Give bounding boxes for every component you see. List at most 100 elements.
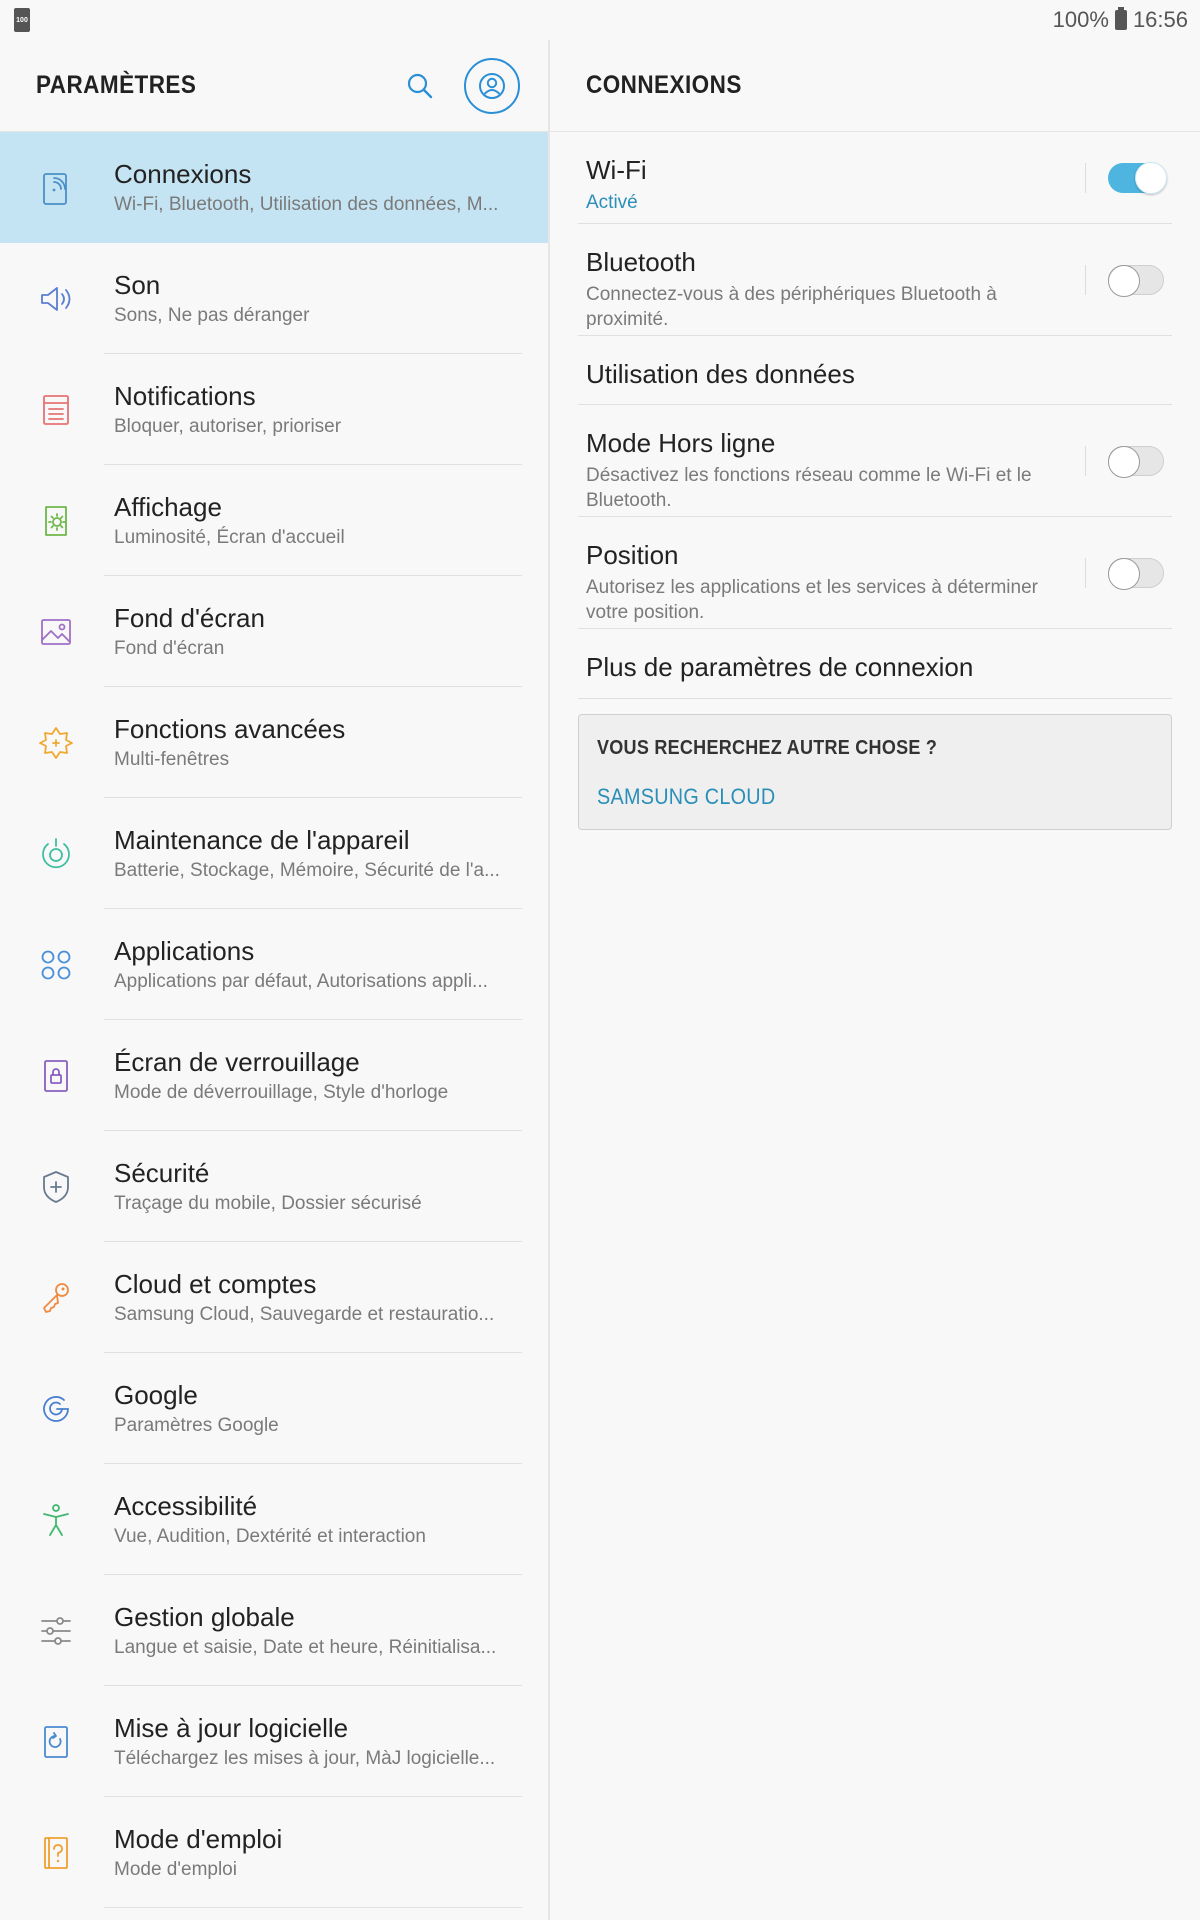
settings-item-subtitle: Samsung Cloud, Sauvegarde et restauratio… [114,1304,495,1325]
display-icon [36,501,76,541]
setting-plus-de-param-tres-de-connexion[interactable]: Plus de paramètres de connexion [578,629,1172,699]
speaker-icon [36,279,76,319]
settings-item-subtitle: Téléchargez les mises à jour, MàJ logici… [114,1748,496,1769]
settings-item-title: Connexions [114,159,252,189]
settings-header: PARAMÈTRES [0,40,548,132]
settings-item-subtitle: Multi-fenêtres [114,749,230,770]
search-button[interactable] [400,66,440,106]
settings-item-lock-screen[interactable]: Écran de verrouillage Mode de déverrouill… [0,1020,548,1131]
setting-subtitle: Activé [586,192,638,213]
settings-item-notifications[interactable]: Notifications Bloquer, autoriser, prioris… [0,354,548,465]
device-maintenance-icon [36,834,76,874]
user-manual-icon [36,1833,76,1873]
settings-item-title: Fond d'écran [114,603,265,633]
setting-position[interactable]: Position Autorisez les applications et le… [578,517,1172,629]
shield-icon [36,1167,76,1207]
settings-item-subtitle: Luminosité, Écran d'accueil [114,527,345,548]
toggle-knob [1108,557,1140,590]
software-update-icon [36,1722,76,1762]
settings-item-title: Maintenance de l'appareil [114,825,410,855]
setting-subtitle: Connectez-vous à des périphériques Bluet… [586,284,997,330]
divider [1085,162,1086,193]
settings-item-google[interactable]: Google Paramètres Google [0,1353,548,1464]
settings-item-title: Fonctions avancées [114,714,346,744]
advanced-features-icon [36,723,76,763]
settings-item-title: Notifications [114,381,256,411]
connections-icon [36,168,76,208]
setting-title: Utilisation des données [586,359,855,389]
toggle-switch[interactable] [1108,557,1164,590]
settings-item-title: Écran de verrouillage [114,1047,360,1077]
settings-item-title: Google [114,1380,198,1410]
setting-bluetooth[interactable]: Bluetooth Connectez-vous à des périphériq… [578,224,1172,336]
clock: 16:56 [1132,7,1188,32]
settings-item-subtitle: Traçage du mobile, Dossier sécurisé [114,1193,422,1214]
toggle-switch[interactable] [1108,264,1164,297]
settings-item-speaker[interactable]: Son Sons, Ne pas déranger [0,243,548,354]
connections-title: CONNEXIONS [586,71,742,99]
toggle-knob [1135,161,1167,194]
lock-screen-icon [36,1056,76,1096]
settings-item-wallpaper[interactable]: Fond d'écran Fond d'écran [0,576,548,687]
settings-item-subtitle: Langue et saisie, Date et heure, Réiniti… [114,1637,497,1658]
google-icon [36,1389,76,1429]
battery-percent: 100% [1052,7,1109,32]
account-icon [479,72,505,99]
settings-item-subtitle: Applications par défaut, Autorisations a… [114,971,488,992]
battery-icon [1114,7,1127,30]
settings-item-title: Affichage [114,492,222,522]
account-button[interactable] [464,57,520,114]
settings-menu: Connexions Wi-Fi, Bluetooth, Utilisation … [0,132,548,1908]
settings-item-title: Accessibilité [114,1491,258,1521]
toggle-switch[interactable] [1108,445,1164,478]
settings-item-subtitle: Paramètres Google [114,1415,279,1436]
divider [1085,264,1086,295]
settings-item-title: Mode d'emploi [114,1824,283,1854]
settings-item-device-maintenance[interactable]: Maintenance de l'appareil Batterie, Stock… [0,798,548,909]
settings-item-display[interactable]: Affichage Luminosité, Écran d'accueil [0,465,548,576]
applications-icon [36,945,76,985]
setting-subtitle: Désactivez les fonctions réseau comme le… [586,465,1032,511]
settings-item-title: Gestion globale [114,1602,295,1632]
toggle-switch[interactable] [1108,161,1167,194]
looking-for-card: VOUS RECHERCHEZ AUTRE CHOSE ? SAMSUNG CL… [578,714,1172,830]
toggle-knob [1108,264,1140,297]
setting-wi-fi[interactable]: Wi-Fi Activé [578,132,1172,224]
settings-item-subtitle: Vue, Audition, Dextérité et interaction [114,1526,426,1547]
setting-utilisation-des-donn-es[interactable]: Utilisation des données [578,336,1172,405]
settings-item-subtitle: Sons, Ne pas déranger [114,305,310,326]
settings-item-user-manual[interactable]: Mode d'emploi Mode d'emploi [0,1797,548,1908]
settings-item-connections[interactable]: Connexions Wi-Fi, Bluetooth, Utilisation … [0,132,548,243]
settings-item-subtitle: Mode d'emploi [114,1859,237,1880]
sliders-icon [36,1611,76,1651]
settings-item-advanced-features[interactable]: Fonctions avancées Multi-fenêtres [0,687,548,798]
settings-item-title: Cloud et comptes [114,1269,317,1299]
setting-subtitle: Autorisez les applications et les servic… [586,577,1038,623]
settings-item-subtitle: Wi-Fi, Bluetooth, Utilisation des donnée… [114,194,499,215]
settings-item-title: Sécurité [114,1158,210,1188]
setting-title: Plus de paramètres de connexion [586,652,974,682]
status-bar: 100 100% 16:56 [0,0,1200,40]
settings-item-applications[interactable]: Applications Applications par défaut, Aut… [0,909,548,1020]
settings-item-subtitle: Batterie, Stockage, Mémoire, Sécurité de… [114,860,500,881]
settings-item-key[interactable]: Cloud et comptes Samsung Cloud, Sauvegard… [0,1242,548,1353]
setting-mode-hors-ligne[interactable]: Mode Hors ligne Désactivez les fonctions … [578,405,1172,517]
settings-item-shield[interactable]: Sécurité Traçage du mobile, Dossier sécur… [0,1131,548,1242]
notification-icon: 100 [14,8,30,32]
settings-item-accessibility[interactable]: Accessibilité Vue, Audition, Dextérité et… [0,1464,548,1575]
settings-item-title: Mise à jour logicielle [114,1713,349,1743]
settings-list-panel: PARAMÈTRES Connexions Wi-Fi, Bluetooth, U… [0,40,548,1920]
wallpaper-icon [36,612,76,652]
settings-item-sliders[interactable]: Gestion globale Langue et saisie, Date et… [0,1575,548,1686]
connections-panel: CONNEXIONS Wi-Fi Activé Bluetooth Connectez… [550,40,1200,1920]
key-icon [36,1278,76,1318]
settings-item-subtitle: Bloquer, autoriser, prioriser [114,416,342,437]
samsung-cloud-link[interactable]: SAMSUNG CLOUD [597,784,1114,810]
page-title: PARAMÈTRES [36,71,197,99]
accessibility-icon [36,1500,76,1540]
settings-item-subtitle: Fond d'écran [114,638,225,659]
notifications-icon [36,390,76,430]
settings-item-software-update[interactable]: Mise à jour logicielle Téléchargez les mi… [0,1686,548,1797]
settings-item-title: Son [114,270,161,300]
divider [1085,557,1086,588]
